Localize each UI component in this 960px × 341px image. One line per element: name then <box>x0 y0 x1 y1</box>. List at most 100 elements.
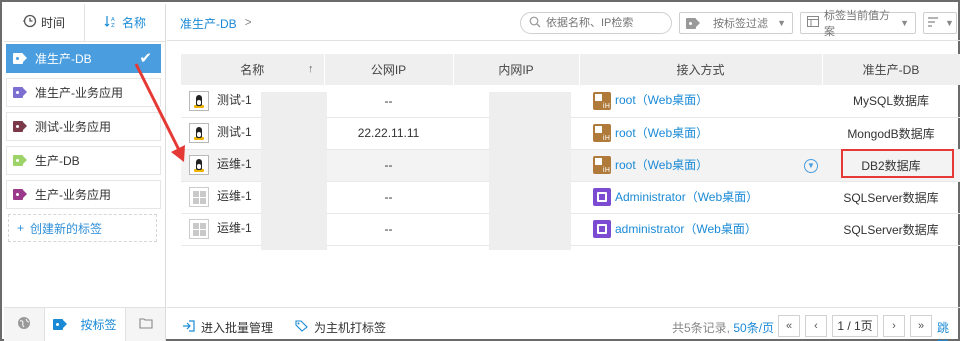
create-tag-button[interactable]: + 创建新的标签 <box>8 214 157 242</box>
remote-desktop-icon <box>593 188 611 207</box>
search-box[interactable] <box>520 12 672 34</box>
access-cell: iH root（Web桌面） <box>579 117 822 150</box>
public-ip-cell: 22.22.11.11 <box>324 117 453 150</box>
page-size-selector[interactable]: 50条/页 <box>733 321 774 335</box>
access-link[interactable]: administrator（Web桌面） <box>615 222 757 236</box>
tab-name-label: 名称 <box>121 16 146 30</box>
sort-lines-icon <box>928 16 940 30</box>
by-tag-button[interactable]: 按标签 <box>44 308 126 341</box>
chevron-down-circle-icon[interactable]: ▼ <box>804 158 818 173</box>
total-records: 共5条记录, <box>672 321 731 335</box>
host-name[interactable]: 测试-1 <box>217 93 252 107</box>
tag-label: 准生产-DB <box>35 52 92 66</box>
access-cell: administrator（Web桌面） <box>579 213 822 246</box>
batch-manage-button[interactable]: 进入批量管理 <box>182 319 273 336</box>
search-input[interactable] <box>546 17 666 29</box>
create-tag-label: 创建新的标签 <box>30 221 103 236</box>
host-name[interactable]: 运维-1 <box>217 189 252 203</box>
tag-value-cell: MySQL数据库 <box>822 85 960 118</box>
chevron-down-icon: ▼ <box>777 18 786 28</box>
sidebar-tabs: 时间 AZ 名称 <box>4 4 165 42</box>
linux-icon <box>189 123 209 143</box>
svg-text:Z: Z <box>111 23 115 28</box>
tab-name[interactable]: AZ 名称 <box>84 4 165 41</box>
breadcrumb-item[interactable]: 准生产-DB <box>180 15 237 32</box>
sidebar-item-tag[interactable]: 生产-DB <box>6 146 161 175</box>
tag-filter-label: 按标签过滤 <box>713 18 768 30</box>
next-page-button[interactable]: › <box>883 315 905 337</box>
sort-dropdown[interactable]: ▼ <box>923 12 957 34</box>
column-header-access: 接入方式 <box>579 54 823 85</box>
tag-hosts-button[interactable]: 为主机打标签 <box>295 319 386 336</box>
view-scheme-dropdown[interactable]: 标签当前值方案 ▼ <box>800 10 916 38</box>
web-desktop-icon: iH <box>593 156 611 175</box>
tag-list: 准生产-DB ✔ 准生产-业务应用 测试-业务应用 生产-DB 生产-业务应用 … <box>4 42 165 242</box>
sort-up-icon[interactable]: ↑ <box>308 63 314 75</box>
footer-bar: 进入批量管理 为主机打标签 共5条记录, 50条/页 « ‹ 1 / 1页 › … <box>167 307 960 341</box>
public-ip-cell: -- <box>324 149 453 182</box>
linux-icon <box>189 155 209 175</box>
web-desktop-icon: iH <box>593 92 611 111</box>
redacted-name-mask <box>261 92 327 250</box>
folder-button[interactable] <box>126 308 165 341</box>
access-link[interactable]: root（Web桌面） <box>615 158 708 172</box>
tag-value-cell: SQLServer数据库 <box>822 213 960 246</box>
host-name[interactable]: 运维-1 <box>217 221 252 235</box>
access-link[interactable]: root（Web桌面） <box>615 93 708 107</box>
globe-icon <box>17 316 31 333</box>
access-cell: iH root（Web桌面） ▼ <box>579 149 822 182</box>
column-header-name[interactable]: 名称 ↑ <box>181 54 325 85</box>
toolbar: 准生产-DB > 按标签过滤 ▼ 标签当前值方案 ▼ <box>167 4 960 41</box>
access-cell: Administrator（Web桌面） <box>579 181 822 214</box>
tag-icon <box>13 121 27 132</box>
host-name[interactable]: 运维-1 <box>217 157 252 171</box>
tag-value-cell: MongodB数据库 <box>822 117 960 150</box>
column-header-tag-value: 准生产-DB <box>822 54 960 85</box>
search-icon <box>529 16 541 31</box>
page-indicator[interactable]: 1 / 1页 <box>832 315 878 337</box>
enter-icon <box>182 320 195 335</box>
tag-icon <box>13 87 27 98</box>
access-link[interactable]: root（Web桌面） <box>615 126 708 140</box>
host-name[interactable]: 测试-1 <box>217 125 252 139</box>
prev-page-button[interactable]: ‹ <box>805 315 827 337</box>
tag-icon <box>13 155 27 166</box>
tag-label: 生产-DB <box>35 154 80 168</box>
clock-icon <box>22 14 37 31</box>
access-link[interactable]: Administrator（Web桌面） <box>615 190 758 204</box>
column-header-private-ip: 内网IP <box>453 54 580 85</box>
checkmark-icon: ✔ <box>139 50 152 67</box>
jump-button[interactable]: 跳转 <box>937 319 960 341</box>
chevron-down-icon: ▼ <box>945 18 954 28</box>
sort-az-icon: AZ <box>104 14 118 31</box>
view-scheme-label: 标签当前值方案 <box>824 10 890 38</box>
remote-desktop-icon <box>593 220 611 239</box>
pager-info: 共5条记录, 50条/页 <box>672 319 774 336</box>
sidebar-item-tag[interactable]: 生产-业务应用 <box>6 180 161 209</box>
sidebar-item-tag[interactable]: 准生产-DB ✔ <box>6 44 161 73</box>
chevron-down-icon: ▼ <box>900 18 909 28</box>
tag-filter-dropdown[interactable]: 按标签过滤 ▼ <box>679 12 793 34</box>
by-tag-label: 按标签 <box>80 318 117 332</box>
tag-label: 测试-业务应用 <box>35 120 111 134</box>
sidebar-item-tag[interactable]: 测试-业务应用 <box>6 112 161 141</box>
main-panel: 准生产-DB > 按标签过滤 ▼ 标签当前值方案 ▼ <box>167 4 960 341</box>
breadcrumb: 准生产-DB > <box>180 15 252 32</box>
tab-time[interactable]: 时间 <box>4 4 84 41</box>
access-cell: iH root（Web桌面） <box>579 85 822 118</box>
column-header-public-ip: 公网IP <box>324 54 454 85</box>
windows-icon <box>189 187 209 207</box>
sidebar-bottom-nav: 按标签 <box>4 307 165 341</box>
tag-icon <box>686 17 700 29</box>
windows-icon <box>189 219 209 239</box>
batch-manage-label: 进入批量管理 <box>201 321 274 335</box>
plus-icon: + <box>17 221 25 235</box>
globe-button[interactable] <box>4 308 44 341</box>
tag-value-cell: SQLServer数据库 <box>822 181 960 214</box>
last-page-button[interactable]: » <box>910 315 932 337</box>
table-view-icon <box>807 16 819 30</box>
first-page-button[interactable]: « <box>778 315 800 337</box>
table-header-row: 名称 ↑ 公网IP 内网IP 接入方式 准生产-DB <box>181 54 960 85</box>
tag-label: 准生产-业务应用 <box>35 86 123 100</box>
sidebar-item-tag[interactable]: 准生产-业务应用 <box>6 78 161 107</box>
